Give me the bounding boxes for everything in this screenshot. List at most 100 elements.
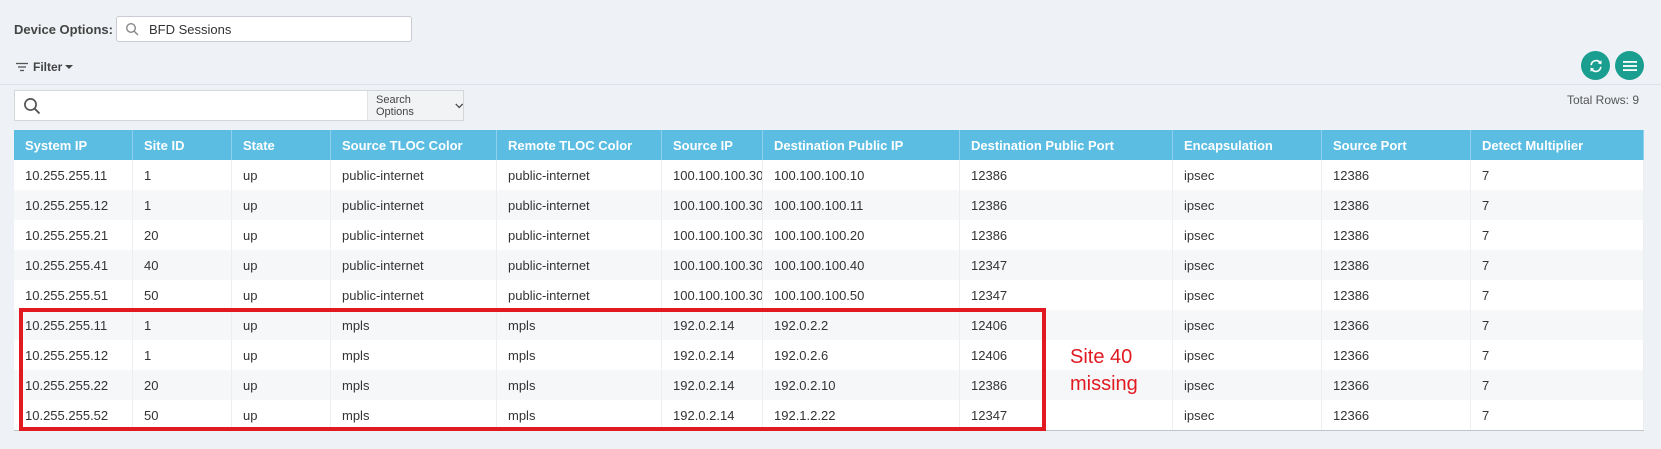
column-header[interactable]: Source IP	[662, 130, 763, 160]
table-cell: 12386	[1322, 250, 1471, 280]
table-row[interactable]: 10.255.255.51 50 up public-internet public-i…	[14, 280, 1644, 310]
table-cell: up	[232, 310, 331, 340]
table-cell: 40	[133, 250, 232, 280]
table-cell: 192.0.2.2	[763, 310, 960, 340]
table-cell: ipsec	[1173, 370, 1322, 400]
table-cell: 10.255.255.52	[14, 400, 133, 430]
column-header[interactable]: Remote TLOC Color	[497, 130, 662, 160]
column-header[interactable]: Destination Public IP	[763, 130, 960, 160]
table-cell: 50	[133, 400, 232, 430]
table-cell: 10.255.255.41	[14, 250, 133, 280]
device-options-row: Device Options: BFD Sessions	[14, 16, 412, 42]
table-cell: 12386	[1322, 160, 1471, 190]
menu-icon	[1622, 60, 1637, 71]
table-cell: ipsec	[1173, 190, 1322, 220]
table-cell: 10.255.255.22	[14, 370, 133, 400]
table-cell: 1	[133, 310, 232, 340]
column-header[interactable]: Source Port	[1322, 130, 1471, 160]
table-cell: up	[232, 370, 331, 400]
filter-button[interactable]: Filter	[16, 60, 74, 74]
table-row[interactable]: 10.255.255.11 1 up mpls mpls 192.0.2.14 192.0.…	[14, 310, 1644, 340]
table-cell: 100.100.100.40	[763, 250, 960, 280]
table-cell: 100.100.100.30	[662, 250, 763, 280]
table-cell: 100.100.100.20	[763, 220, 960, 250]
chevron-down-icon	[454, 103, 463, 108]
table-cell: 100.100.100.30	[662, 280, 763, 310]
table-cell: 192.0.2.14	[662, 400, 763, 430]
table-cell: public-internet	[497, 280, 662, 310]
table-cell: 12386	[1322, 280, 1471, 310]
table-row[interactable]: 10.255.255.21 20 up public-internet public-i…	[14, 220, 1644, 250]
table-cell: 100.100.100.50	[763, 280, 960, 310]
table-row[interactable]: 10.255.255.12 1 up mpls mpls 192.0.2.14 192.0.…	[14, 340, 1644, 370]
table-cell: 100.100.100.30	[662, 160, 763, 190]
table-cell: 100.100.100.30	[662, 220, 763, 250]
refresh-icon	[1589, 59, 1602, 72]
column-header[interactable]: Destination Public Port	[960, 130, 1173, 160]
menu-button[interactable]	[1615, 51, 1644, 80]
table-row[interactable]: 10.255.255.22 20 up mpls mpls 192.0.2.14 192.0…	[14, 370, 1644, 400]
column-header[interactable]: System IP	[14, 130, 133, 160]
table-cell: 192.0.2.10	[763, 370, 960, 400]
column-header[interactable]: State	[232, 130, 331, 160]
table-row[interactable]: 10.255.255.52 50 up mpls mpls 192.0.2.14 192.1…	[14, 400, 1644, 430]
table-row[interactable]: 10.255.255.41 40 up public-internet public-i…	[14, 250, 1644, 280]
table-cell: ipsec	[1173, 280, 1322, 310]
table-search-input[interactable]	[49, 91, 367, 120]
table-cell: 7	[1471, 250, 1644, 280]
table-cell: 10.255.255.11	[14, 160, 133, 190]
table-cell: 50	[133, 280, 232, 310]
table-cell: 12347	[960, 250, 1173, 280]
table-cell: 12386	[1322, 190, 1471, 220]
search-options-dropdown[interactable]: Search Options	[367, 91, 463, 120]
table-cell: 10.255.255.21	[14, 220, 133, 250]
table-cell: public-internet	[331, 190, 497, 220]
table-cell: 12386	[960, 220, 1173, 250]
table-row[interactable]: 10.255.255.11 1 up public-internet public-in…	[14, 160, 1644, 190]
column-header[interactable]: Site ID	[133, 130, 232, 160]
table-cell: up	[232, 400, 331, 430]
table-cell: ipsec	[1173, 310, 1322, 340]
table-cell: 12386	[960, 190, 1173, 220]
refresh-button[interactable]	[1581, 51, 1610, 80]
device-options-select[interactable]: BFD Sessions	[116, 16, 412, 42]
table-cell: 1	[133, 160, 232, 190]
annotation-line-2: missing	[1070, 373, 1138, 395]
table-cell: 12366	[1322, 310, 1471, 340]
table-cell: mpls	[331, 340, 497, 370]
table-search: Search Options	[14, 90, 464, 121]
column-header[interactable]: Encapsulation	[1173, 130, 1322, 160]
table-cell: 12406	[960, 310, 1173, 340]
table-cell: 12386	[1322, 220, 1471, 250]
table-cell: public-internet	[331, 250, 497, 280]
table-cell: 10.255.255.11	[14, 310, 133, 340]
caret-down-icon	[65, 65, 74, 69]
column-header[interactable]: Source TLOC Color	[331, 130, 497, 160]
table-header: System IP Site ID State Source TLOC Color Re…	[14, 130, 1644, 160]
table-cell: public-internet	[497, 250, 662, 280]
table-cell: up	[232, 250, 331, 280]
annotation-line-1: Site 40	[1070, 346, 1133, 368]
table-row[interactable]: 10.255.255.12 1 up public-internet public-in…	[14, 190, 1644, 220]
table-cell: 7	[1471, 190, 1644, 220]
table-cell: 7	[1471, 400, 1644, 430]
table-cell: 192.0.2.6	[763, 340, 960, 370]
table-cell: 12366	[1322, 340, 1471, 370]
search-options-label: Search Options	[376, 93, 414, 118]
table-cell: mpls	[497, 340, 662, 370]
table-cell: ipsec	[1173, 250, 1322, 280]
table-cell: 10.255.255.51	[14, 280, 133, 310]
table-cell: mpls	[331, 370, 497, 400]
table-cell: 12366	[1322, 400, 1471, 430]
device-options-label: Device Options:	[14, 21, 113, 37]
column-header[interactable]: Detect Multiplier	[1471, 130, 1644, 160]
table-cell: 12366	[1322, 370, 1471, 400]
table-cell: mpls	[497, 400, 662, 430]
table-cell: up	[232, 340, 331, 370]
filter-icon	[16, 62, 28, 72]
table-cell: 7	[1471, 280, 1644, 310]
table-cell: 100.100.100.11	[763, 190, 960, 220]
table-cell: 7	[1471, 370, 1644, 400]
table-cell: 100.100.100.10	[763, 160, 960, 190]
table-cell: public-internet	[331, 160, 497, 190]
